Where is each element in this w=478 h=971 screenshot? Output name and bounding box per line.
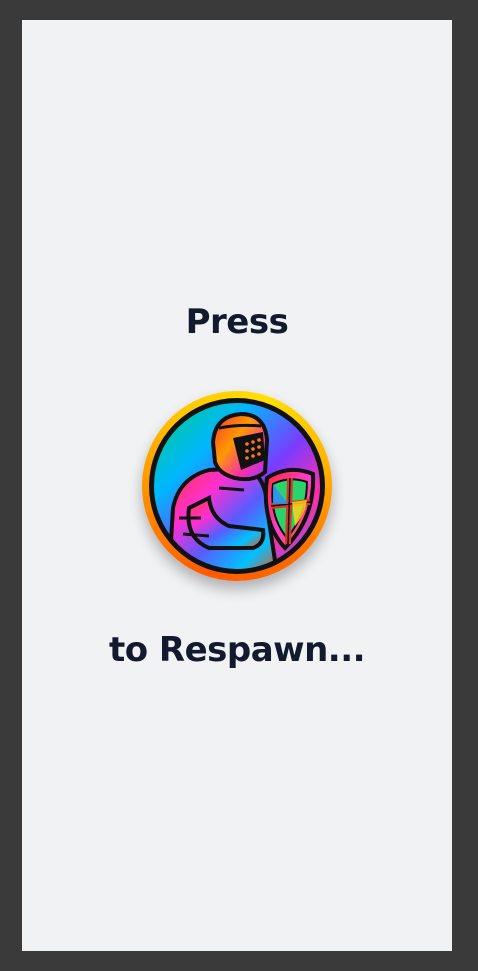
- respawn-screen: Press to Respawn...: [22, 20, 452, 951]
- press-label: Press: [185, 302, 289, 342]
- knight-avatar-icon: [149, 398, 325, 574]
- respawn-button[interactable]: [142, 391, 332, 581]
- respawn-label: to Respawn...: [108, 630, 366, 670]
